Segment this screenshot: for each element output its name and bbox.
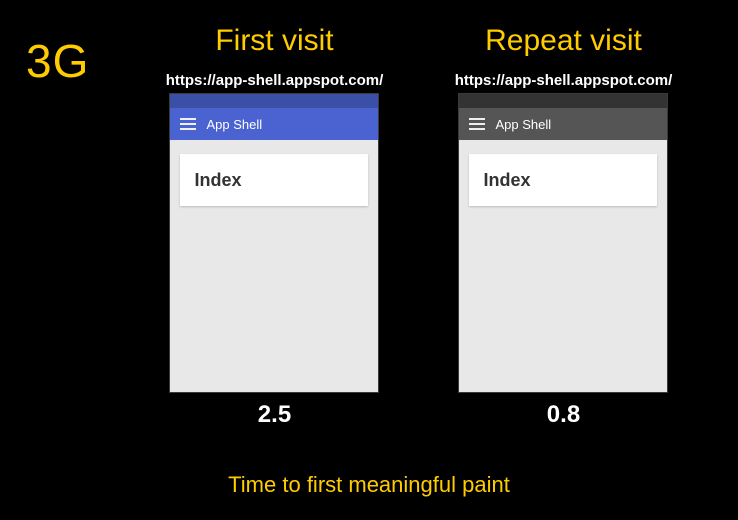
network-badge: 3G	[26, 34, 89, 88]
status-bar	[170, 94, 378, 108]
app-bar: App Shell	[459, 108, 667, 140]
phone-mock-first: App Shell Index	[169, 93, 379, 393]
content-area: Index	[170, 140, 378, 392]
column-title: First visit	[215, 24, 333, 58]
hamburger-icon[interactable]	[180, 118, 196, 130]
url-label: https://app-shell.appspot.com/	[166, 72, 384, 89]
column-title: Repeat visit	[485, 24, 642, 58]
column-first-visit: First visit https://app-shell.appspot.co…	[166, 24, 384, 429]
app-title: App Shell	[495, 117, 551, 132]
card-title: Index	[194, 170, 241, 191]
timing-value: 2.5	[258, 401, 291, 429]
slide-caption: Time to first meaningful paint	[0, 472, 738, 498]
app-title: App Shell	[206, 117, 262, 132]
comparison-columns: First visit https://app-shell.appspot.co…	[130, 24, 708, 429]
content-area: Index	[459, 140, 667, 392]
hamburger-icon[interactable]	[469, 118, 485, 130]
phone-mock-repeat: App Shell Index	[458, 93, 668, 393]
index-card[interactable]: Index	[180, 154, 368, 206]
url-label: https://app-shell.appspot.com/	[455, 72, 673, 89]
card-title: Index	[483, 170, 530, 191]
timing-value: 0.8	[547, 401, 580, 429]
status-bar	[459, 94, 667, 108]
index-card[interactable]: Index	[469, 154, 657, 206]
column-repeat-visit: Repeat visit https://app-shell.appspot.c…	[455, 24, 673, 429]
app-bar: App Shell	[170, 108, 378, 140]
